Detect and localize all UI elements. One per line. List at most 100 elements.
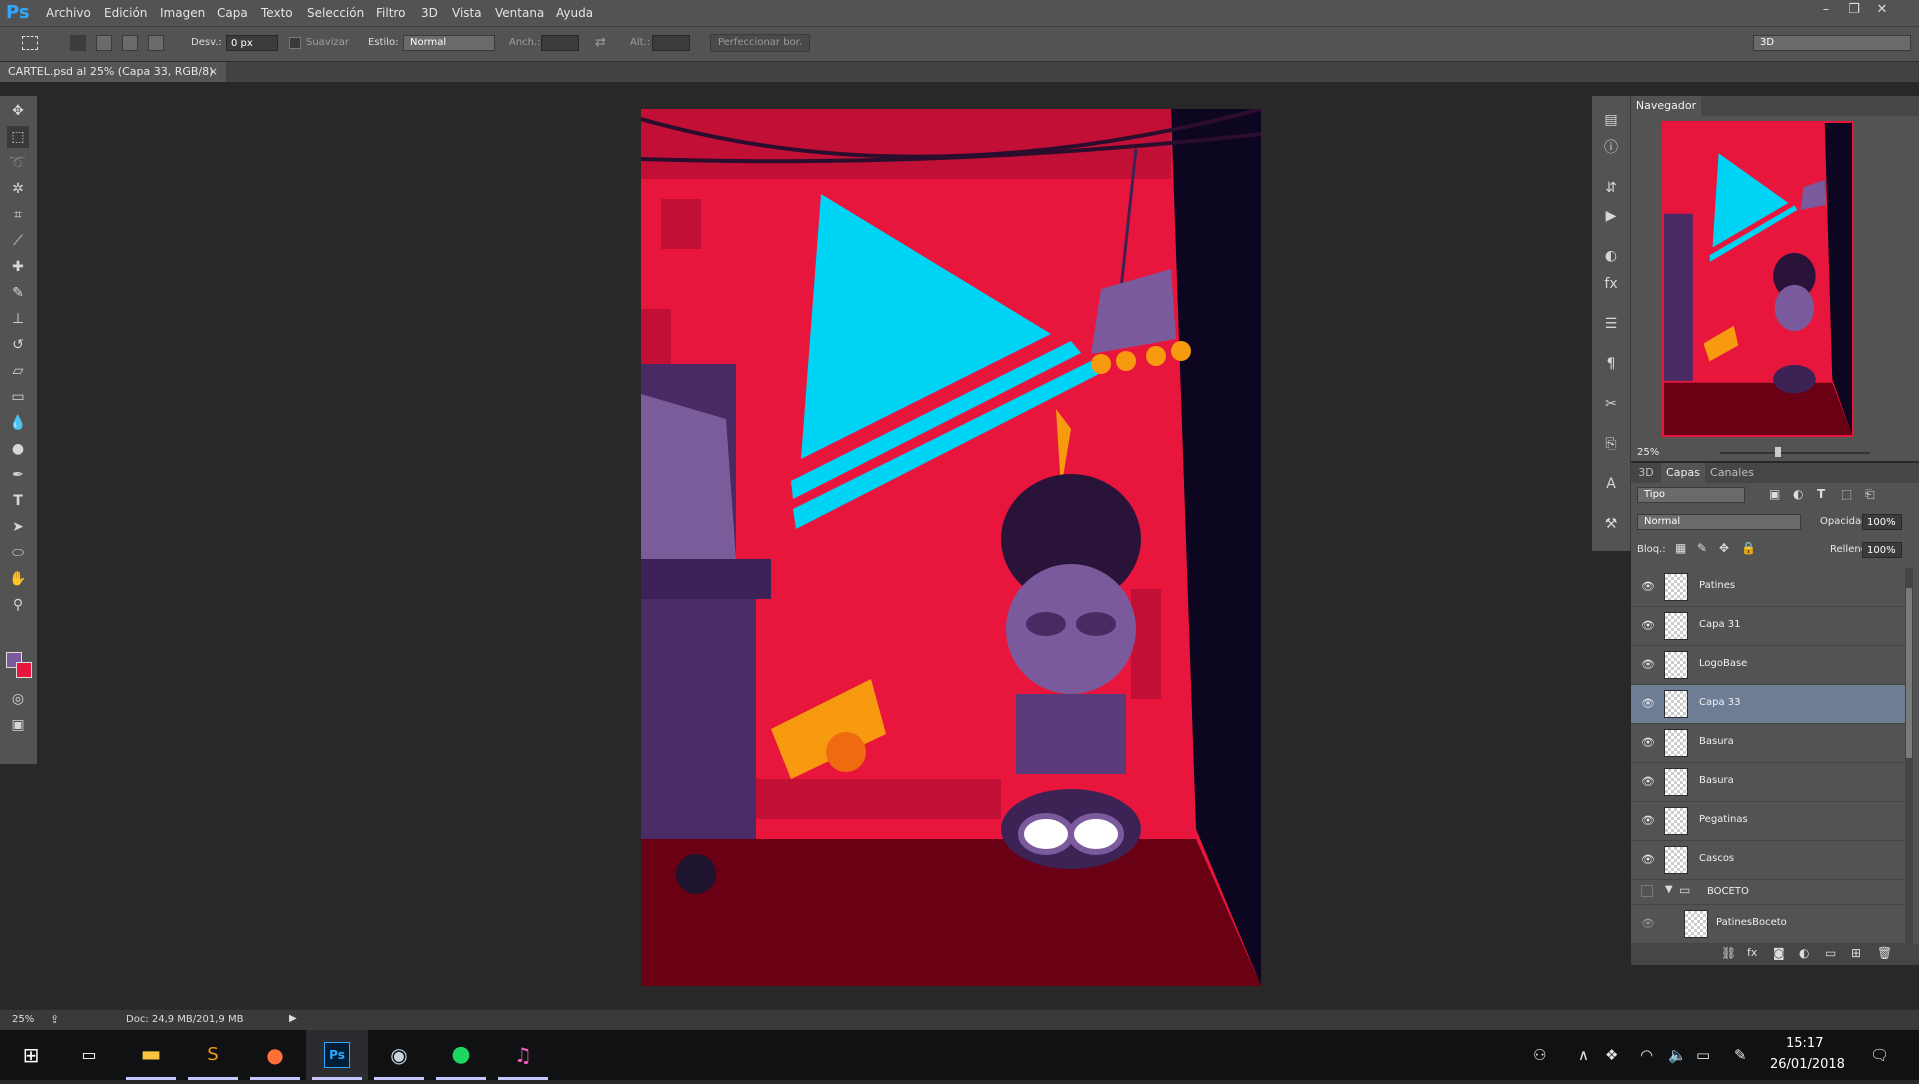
- navigator-zoom-handle[interactable]: [1775, 447, 1781, 457]
- visibility-eye-icon[interactable]: 👁: [1641, 619, 1655, 633]
- close-button[interactable]: ✕: [1871, 2, 1893, 20]
- pen-tool-icon[interactable]: ✒: [7, 464, 29, 486]
- task-view-button[interactable]: ▭: [58, 1030, 120, 1080]
- ellipse-tool-icon[interactable]: ⬭: [7, 542, 29, 564]
- height-input[interactable]: [652, 35, 690, 51]
- tools-preset-icon[interactable]: ✂: [1601, 394, 1621, 414]
- zoom-tool-icon[interactable]: ⚲: [7, 594, 29, 616]
- volume-icon[interactable]: 🔈: [1668, 1046, 1687, 1064]
- crop-tool-icon[interactable]: ⌗: [7, 204, 29, 226]
- document-tab[interactable]: CARTEL.psd al 25% (Capa 33, RGB/8) ×: [0, 62, 226, 82]
- eraser-tool-icon[interactable]: ▱: [7, 360, 29, 382]
- export-icon[interactable]: ⇪: [50, 1013, 59, 1026]
- styles-panel-icon[interactable]: fx: [1601, 274, 1621, 294]
- opacity-input[interactable]: 100%: [1862, 514, 1902, 530]
- layer-style-icon[interactable]: fx: [1747, 946, 1757, 959]
- firefox-app[interactable]: ●: [244, 1030, 306, 1080]
- battery-icon[interactable]: ▭: [1696, 1046, 1710, 1064]
- itunes-app[interactable]: ♫: [492, 1030, 554, 1080]
- close-doc-icon[interactable]: ×: [209, 62, 218, 82]
- menu-ventana[interactable]: Ventana: [495, 6, 544, 20]
- style-select[interactable]: Normal: [403, 35, 495, 51]
- brush-tool-icon[interactable]: ✎: [7, 282, 29, 304]
- visibility-eye-icon[interactable]: 👁: [1641, 853, 1655, 867]
- lock-all-icon[interactable]: 🔒: [1741, 541, 1756, 555]
- menu-edicion[interactable]: Edición: [104, 6, 147, 20]
- paragraph-panel-icon[interactable]: ¶: [1601, 354, 1621, 374]
- workspace-select[interactable]: 3D: [1753, 35, 1911, 51]
- eyedropper-tool-icon[interactable]: ⟋: [7, 230, 29, 252]
- people-icon[interactable]: ⚇: [1533, 1046, 1546, 1064]
- new-group-icon[interactable]: ▭: [1825, 946, 1836, 960]
- stamp-tool-icon[interactable]: ⊥: [7, 308, 29, 330]
- character-panel-icon[interactable]: A: [1601, 474, 1621, 494]
- fill-input[interactable]: 100%: [1862, 542, 1902, 558]
- tab-canales[interactable]: Canales: [1707, 463, 1757, 483]
- menu-capa[interactable]: Capa: [217, 6, 248, 20]
- restore-button[interactable]: ❐: [1843, 2, 1865, 20]
- visibility-eye-icon[interactable]: 👁: [1641, 580, 1655, 594]
- menu-3d[interactable]: 3D: [421, 6, 438, 20]
- swap-icon[interactable]: ⇄: [595, 35, 606, 50]
- gradient-tool-icon[interactable]: ▭: [7, 386, 29, 408]
- smooth-checkbox[interactable]: [289, 37, 301, 49]
- status-menu-arrow-icon[interactable]: ▶: [289, 1013, 297, 1024]
- layer-row[interactable]: 👁 LogoBase: [1631, 646, 1905, 685]
- filter-type-icon[interactable]: T: [1817, 487, 1825, 501]
- visibility-eye-icon[interactable]: 👁: [1641, 736, 1655, 750]
- layer-row[interactable]: 👁 Pegatinas: [1631, 802, 1905, 841]
- status-zoom[interactable]: 25%: [12, 1014, 34, 1025]
- tab-3d[interactable]: 3D: [1633, 463, 1659, 483]
- healing-tool-icon[interactable]: ✚: [7, 256, 29, 278]
- navigator-tab[interactable]: Navegador: [1631, 96, 1701, 116]
- marquee-tool-icon[interactable]: [22, 36, 38, 50]
- file-explorer-app[interactable]: ▬: [120, 1030, 182, 1080]
- refine-edge-button[interactable]: Perfeccionar bor.: [710, 34, 810, 52]
- hand-tool-icon[interactable]: ✋: [7, 568, 29, 590]
- sublime-app[interactable]: S: [182, 1030, 244, 1080]
- dropbox-icon[interactable]: ❖: [1605, 1046, 1618, 1064]
- navigator-zoom[interactable]: 25%: [1637, 447, 1659, 458]
- feather-input[interactable]: 0 px: [226, 35, 278, 51]
- visibility-eye-icon[interactable]: 👁: [1641, 917, 1655, 931]
- navigator-zoom-slider[interactable]: [1720, 452, 1870, 454]
- layer-mask-icon[interactable]: ◙: [1773, 946, 1785, 960]
- history-brush-tool-icon[interactable]: ↺: [7, 334, 29, 356]
- photoshop-app[interactable]: Ps: [306, 1030, 368, 1080]
- pen-workspace-icon[interactable]: ✎: [1734, 1046, 1747, 1064]
- minimize-button[interactable]: –: [1815, 2, 1837, 20]
- subtract-selection-icon[interactable]: [122, 35, 138, 51]
- layer-row[interactable]: 👁 Cascos: [1631, 841, 1905, 880]
- filter-adjust-icon[interactable]: ◐: [1793, 487, 1803, 501]
- layer-row[interactable]: 👁 Capa 31: [1631, 607, 1905, 646]
- clone-source-icon[interactable]: ⎘: [1601, 434, 1621, 454]
- path-select-tool-icon[interactable]: ➤: [7, 516, 29, 538]
- link-layers-icon[interactable]: ⛓: [1721, 946, 1736, 960]
- layer-row[interactable]: 👁 Patines: [1631, 568, 1905, 607]
- quick-mask-icon[interactable]: ◎: [7, 688, 29, 710]
- magic-wand-tool-icon[interactable]: ✲: [7, 178, 29, 200]
- filter-shape-icon[interactable]: ⬚: [1841, 487, 1852, 501]
- lock-pixels-icon[interactable]: ✎: [1697, 541, 1707, 555]
- info-panel-icon[interactable]: ⓘ: [1601, 138, 1621, 158]
- clock-time[interactable]: 15:17: [1786, 1036, 1823, 1051]
- layer-row[interactable]: 👁 Basura: [1631, 724, 1905, 763]
- new-layer-icon[interactable]: ⊞: [1851, 946, 1861, 960]
- menu-vista[interactable]: Vista: [452, 6, 482, 20]
- delete-layer-icon[interactable]: 🗑: [1877, 946, 1892, 960]
- layer-group-row[interactable]: ▼ ▭ BOCETO: [1631, 880, 1905, 905]
- history-panel-icon[interactable]: ▤: [1601, 110, 1621, 130]
- tray-overflow-icon[interactable]: ∧: [1578, 1046, 1589, 1064]
- blur-tool-icon[interactable]: 💧: [7, 412, 29, 434]
- visibility-eye-icon[interactable]: 👁: [1641, 775, 1655, 789]
- visibility-eye-icon[interactable]: 👁: [1641, 814, 1655, 828]
- group-expand-icon[interactable]: ▼: [1665, 884, 1673, 895]
- visibility-eye-icon[interactable]: 👁: [1641, 658, 1655, 672]
- spotify-app[interactable]: ●: [430, 1030, 492, 1080]
- menu-texto[interactable]: Texto: [261, 6, 293, 20]
- width-input[interactable]: [541, 35, 579, 51]
- layer-row[interactable]: 👁 PatinesBoceto: [1631, 905, 1905, 944]
- filter-pixel-icon[interactable]: ▣: [1769, 487, 1780, 501]
- visibility-eye-icon[interactable]: 👁: [1641, 697, 1655, 711]
- add-selection-icon[interactable]: [96, 35, 112, 51]
